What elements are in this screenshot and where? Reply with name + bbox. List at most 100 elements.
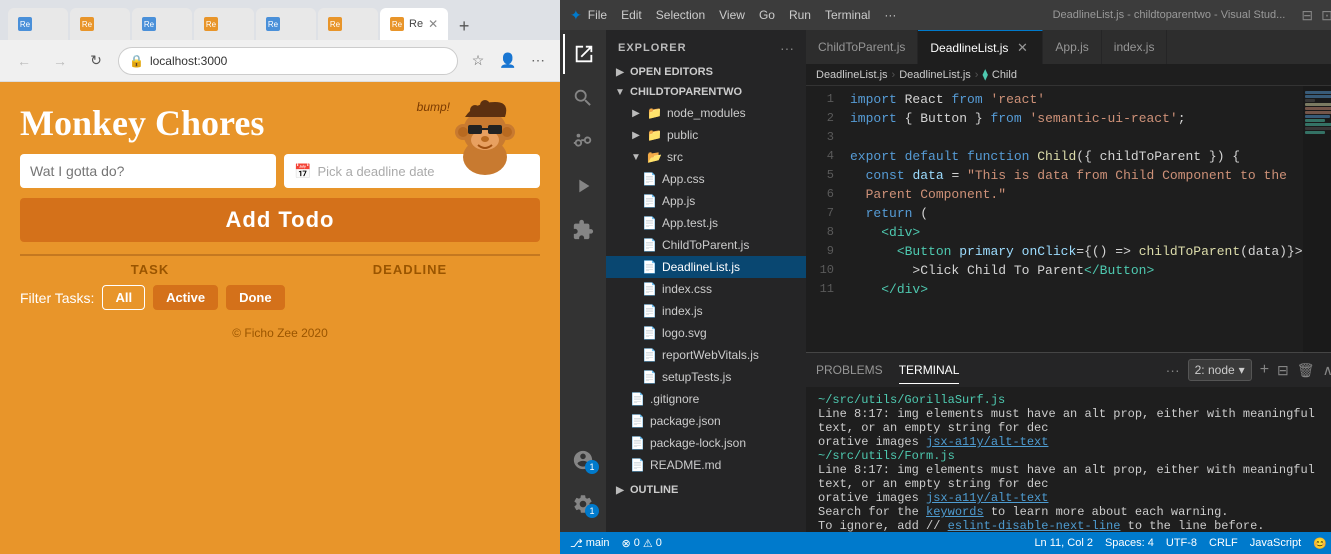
term-line-7: Search for the keywords to learn more ab…: [818, 505, 1331, 519]
browser-tab-3[interactable]: Re: [132, 8, 192, 40]
package-lock-label: package-lock.json: [650, 436, 746, 450]
browser-tab-1[interactable]: Re: [8, 8, 68, 40]
project-header[interactable]: ▼ CHILDTOPARENTWO: [606, 82, 806, 102]
editor-tab-indexjs[interactable]: index.js: [1102, 30, 1168, 64]
browser-tab-2[interactable]: Re: [70, 8, 130, 40]
add-todo-button[interactable]: Add Todo: [20, 198, 540, 242]
editor-tab-appjs[interactable]: App.js: [1043, 30, 1101, 64]
term-link-1[interactable]: jsx-a11y/alt-text: [926, 435, 1048, 449]
term-link-2[interactable]: jsx-a11y/alt-text: [926, 491, 1048, 505]
minimize-icon[interactable]: ⊟: [1301, 7, 1313, 24]
browser-tab-5[interactable]: Re: [256, 8, 316, 40]
menu-file[interactable]: File: [588, 8, 607, 22]
new-tab-button[interactable]: +: [450, 12, 478, 40]
activity-account[interactable]: 1: [563, 440, 603, 480]
code-line-11: </div>: [850, 280, 1303, 299]
terminal-more-icon[interactable]: ···: [1166, 362, 1180, 378]
back-button[interactable]: ←: [10, 47, 38, 75]
activity-run-debug[interactable]: [563, 166, 603, 206]
status-spaces[interactable]: Spaces: 4: [1105, 537, 1154, 550]
sidebar-more-icon[interactable]: ···: [780, 40, 794, 56]
tab-close-icon[interactable]: ✕: [428, 17, 438, 31]
more-options-icon[interactable]: ⋯: [526, 49, 550, 73]
browser-tab-4[interactable]: Re: [194, 8, 254, 40]
forward-button[interactable]: →: [46, 47, 74, 75]
bookmark-icon[interactable]: ☆: [466, 49, 490, 73]
tab-problems[interactable]: PROBLEMS: [816, 357, 883, 384]
breadcrumb-symbol[interactable]: Child: [992, 69, 1017, 81]
editor-tab-deadlinelist[interactable]: DeadlineList.js ✕: [918, 30, 1043, 64]
calendar-icon: 📅: [294, 163, 311, 180]
status-language[interactable]: JavaScript: [1250, 537, 1301, 550]
browser-tab-6[interactable]: Re: [318, 8, 378, 40]
tree-index-js[interactable]: 📄 index.js: [606, 300, 806, 322]
menu-view[interactable]: View: [719, 8, 745, 22]
terminal-node-selector[interactable]: 2: node ▾: [1188, 359, 1252, 381]
open-editors-header[interactable]: ▶ OPEN EDITORS: [606, 62, 806, 82]
editor-area: ChildToParent.js DeadlineList.js ✕ App.j…: [806, 30, 1331, 532]
tree-package-json[interactable]: 📄 package.json: [606, 410, 806, 432]
activity-settings[interactable]: 1: [563, 484, 603, 524]
browser-tab-7[interactable]: Re Re ✕: [380, 8, 448, 40]
status-eol[interactable]: CRLF: [1209, 537, 1238, 550]
tab-terminal[interactable]: TERMINAL: [899, 357, 960, 384]
vscode-window-title: DeadlineList.js - childtoparentwo - Visu…: [1053, 9, 1286, 21]
status-encoding[interactable]: UTF-8: [1166, 537, 1197, 550]
tree-index-css[interactable]: 📄 index.css: [606, 278, 806, 300]
address-bar[interactable]: 🔒 localhost:3000: [118, 47, 458, 75]
lock-icon: 🔒: [129, 54, 144, 68]
tree-setuptests[interactable]: 📄 setupTests.js: [606, 366, 806, 388]
activity-search[interactable]: [563, 78, 603, 118]
tree-reportwebvitals[interactable]: 📄 reportWebVitals.js: [606, 344, 806, 366]
menu-edit[interactable]: Edit: [621, 8, 642, 22]
status-feedback-icon[interactable]: 😊: [1313, 537, 1327, 550]
terminal-add-icon[interactable]: +: [1260, 361, 1269, 379]
tree-public[interactable]: ▶ 📁 public: [606, 124, 806, 146]
tree-node_modules[interactable]: ▶ 📁 node_modules: [606, 102, 806, 124]
tree-childtoparent-js[interactable]: 📄 ChildToParent.js: [606, 234, 806, 256]
account-badge: 1: [585, 460, 599, 474]
tree-package-lock[interactable]: 📄 package-lock.json: [606, 432, 806, 454]
tree-readme[interactable]: 📄 README.md: [606, 454, 806, 476]
tree-deadlinelist-js[interactable]: 📄 DeadlineList.js: [606, 256, 806, 278]
status-errors[interactable]: ⊗ 0 ⚠ 0: [622, 537, 662, 550]
tree-src[interactable]: ▼ 📂 src: [606, 146, 806, 168]
menu-run[interactable]: Run: [789, 8, 811, 22]
activity-extensions[interactable]: [563, 210, 603, 250]
terminal-split-icon[interactable]: ⊟: [1277, 362, 1289, 379]
term-eslint-link[interactable]: eslint-disable-next-line: [948, 519, 1121, 532]
task-input[interactable]: [20, 154, 276, 188]
editor-tab-childtoparent[interactable]: ChildToParent.js: [806, 30, 918, 64]
menu-selection[interactable]: Selection: [656, 8, 705, 22]
filter-done-button[interactable]: Done: [226, 285, 285, 310]
menu-more[interactable]: ···: [884, 8, 896, 22]
tree-app-css[interactable]: 📄 App.css: [606, 168, 806, 190]
menu-go[interactable]: Go: [759, 8, 775, 22]
terminal-up-icon[interactable]: ∧: [1323, 362, 1331, 379]
status-branch[interactable]: ⎇ main: [570, 537, 610, 550]
tree-logo-svg[interactable]: 📄 logo.svg: [606, 322, 806, 344]
editor-tab-close-icon[interactable]: ✕: [1014, 40, 1030, 56]
breadcrumb-src[interactable]: DeadlineList.js: [816, 69, 888, 81]
task-header: TASK DEADLINE: [20, 254, 540, 277]
tree-gitignore[interactable]: 📄 .gitignore: [606, 388, 806, 410]
activity-source-control[interactable]: [563, 122, 603, 162]
menu-terminal[interactable]: Terminal: [825, 8, 870, 22]
setuptests-label: setupTests.js: [662, 370, 731, 384]
maximize-icon[interactable]: ⊡: [1321, 7, 1331, 24]
reload-button[interactable]: ↻: [82, 47, 110, 75]
code-line-4: export default function Child({ childToP…: [850, 147, 1303, 166]
browser-nav-bar: ← → ↻ 🔒 localhost:3000 ☆ 👤 ⋯: [0, 40, 560, 82]
status-position[interactable]: Ln 11, Col 2: [1034, 537, 1093, 550]
profile-icon[interactable]: 👤: [496, 49, 520, 73]
activity-explorer[interactable]: [563, 34, 603, 74]
term-keywords-link[interactable]: keywords: [926, 505, 984, 519]
filter-all-button[interactable]: All: [102, 285, 145, 310]
code-editor[interactable]: 12345 678910 11 import React from 'react…: [806, 86, 1331, 352]
outline-header[interactable]: ▶ OUTLINE: [606, 480, 806, 500]
filter-active-button[interactable]: Active: [153, 285, 218, 310]
tree-app-test-js[interactable]: 📄 App.test.js: [606, 212, 806, 234]
window-controls: ⊟ ⊡ ✕: [1301, 7, 1331, 24]
terminal-trash-icon[interactable]: 🗑: [1297, 362, 1315, 379]
tree-app-js[interactable]: 📄 App.js: [606, 190, 806, 212]
